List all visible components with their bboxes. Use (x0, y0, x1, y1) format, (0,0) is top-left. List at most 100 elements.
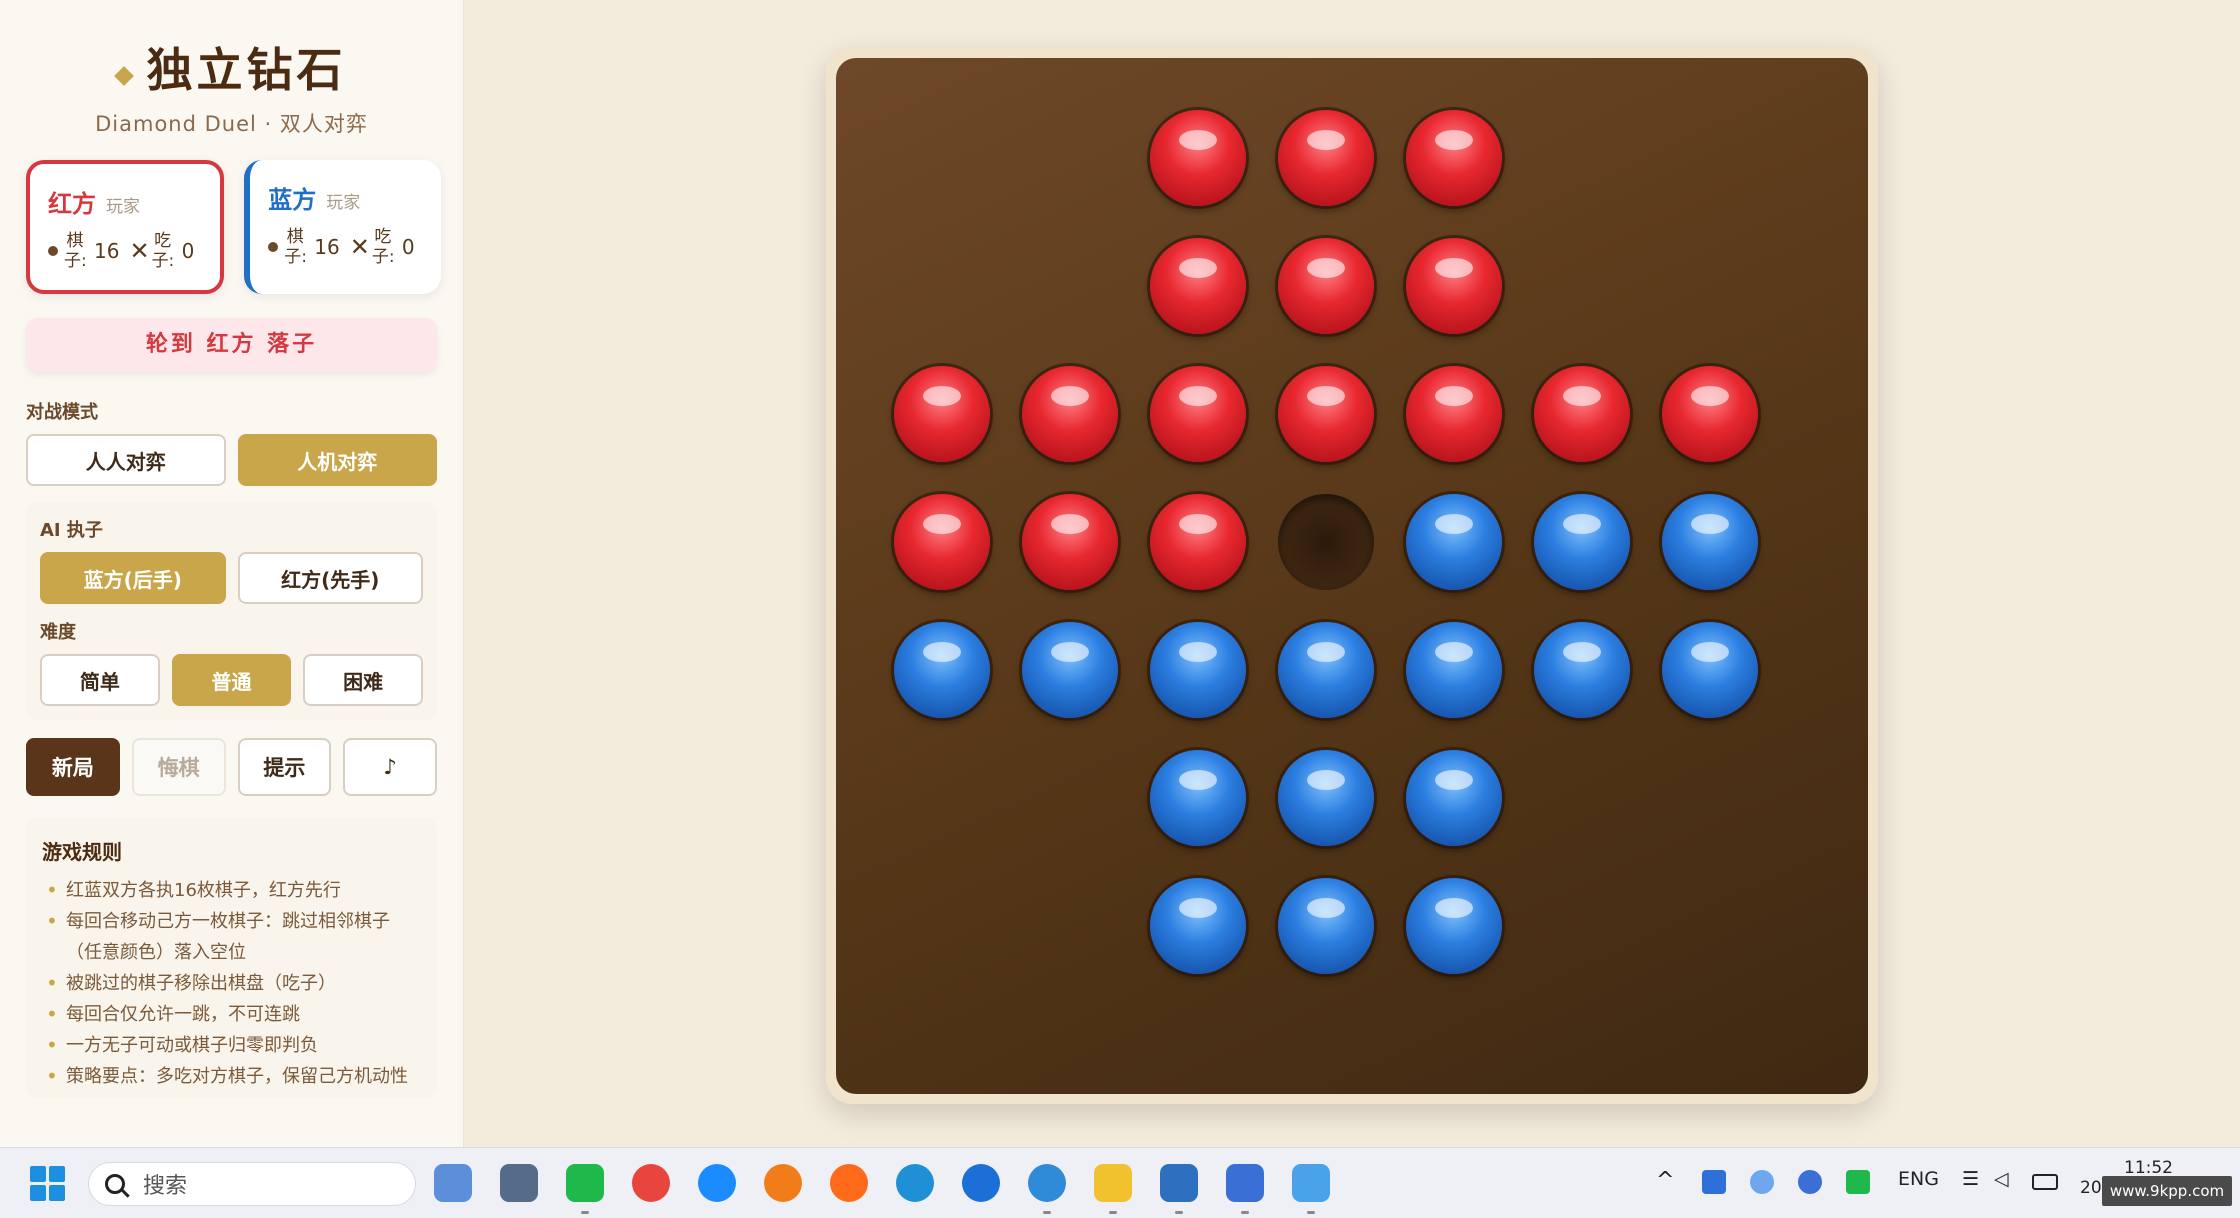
watermark: www.9kpp.com (2102, 1176, 2232, 1206)
difficulty-hard-button[interactable]: 困难 (303, 654, 424, 706)
red-piece[interactable] (1022, 494, 1118, 590)
blue-piece[interactable] (1406, 622, 1502, 718)
red-piece[interactable] (1278, 238, 1374, 334)
blue-piece[interactable] (1662, 494, 1758, 590)
ie-icon[interactable] (962, 1164, 1000, 1202)
firefox-icon[interactable] (830, 1164, 868, 1202)
piece-shine (1307, 770, 1345, 790)
red-piece[interactable] (1150, 366, 1246, 462)
player-name-red: 红方 (48, 190, 96, 218)
undo-button[interactable]: 悔棋 (131, 738, 226, 796)
red-piece[interactable] (1278, 366, 1374, 462)
red-piece[interactable] (1406, 110, 1502, 206)
blue-piece[interactable] (1534, 494, 1630, 590)
page-title: 独立钻石 (146, 43, 347, 97)
language-indicator[interactable]: ENG (1898, 1168, 1939, 1190)
action-buttons: 新局 悔棋 提示 ♪ (26, 738, 437, 796)
player-role-blue: 玩家 (326, 193, 361, 213)
mode-pvp-button[interactable]: 人人对弈 (26, 434, 226, 486)
app-icon[interactable] (764, 1164, 802, 1202)
piece-shine (1435, 130, 1473, 150)
running-indicator (1307, 1211, 1315, 1214)
red-piece[interactable] (1662, 366, 1758, 462)
onedrive-icon[interactable] (1226, 1164, 1264, 1202)
red-piece[interactable] (894, 366, 990, 462)
blue-piece[interactable] (1150, 750, 1246, 846)
piece-shine (1307, 898, 1345, 918)
difficulty-easy-button[interactable]: 简单 (40, 654, 160, 706)
snipping-tool-icon[interactable] (434, 1164, 472, 1202)
cloud-app-icon[interactable] (1028, 1164, 1066, 1202)
rule-item: 被跳过的棋子移除出棋盘（吃子） (42, 968, 421, 999)
blue-piece[interactable] (1406, 750, 1502, 846)
baidu-tray-icon[interactable] (1750, 1170, 1774, 1194)
piece-shine (1307, 642, 1345, 662)
red-piece[interactable] (1150, 494, 1246, 590)
captured-label: 吃子: (151, 231, 175, 271)
battery-icon[interactable] (2032, 1174, 2058, 1190)
cloud-tray-icon[interactable] (1798, 1170, 1822, 1194)
taskbar-search[interactable]: 搜索 (88, 1162, 416, 1206)
file-explorer-icon[interactable] (1094, 1164, 1132, 1202)
baidu-netdisk-icon[interactable] (1292, 1164, 1330, 1202)
wechat-tray-icon[interactable] (1846, 1170, 1870, 1194)
chrome-icon[interactable] (632, 1164, 670, 1202)
security-tray-icon[interactable] (1702, 1170, 1726, 1194)
red-piece[interactable] (1278, 110, 1374, 206)
browser-icon[interactable] (698, 1164, 736, 1202)
piece-shine (1307, 130, 1345, 150)
cross-icon: ✕ (349, 233, 370, 261)
red-piece[interactable] (1406, 366, 1502, 462)
ai-side-options: 蓝方(后手) 红方(先手) (40, 552, 423, 604)
difficulty-label: 难度 (40, 622, 76, 643)
piece-shine (1691, 386, 1729, 406)
piece-shine (1563, 386, 1601, 406)
pieces-count-red: 16 (94, 239, 120, 263)
ai-side-red-button[interactable]: 红方(先手) (237, 552, 423, 604)
windows-start-icon[interactable] (30, 1166, 66, 1202)
red-piece[interactable] (1150, 238, 1246, 334)
red-piece[interactable] (894, 494, 990, 590)
blue-piece[interactable] (1150, 622, 1246, 718)
music-button[interactable]: ♪ (343, 738, 437, 796)
blue-piece[interactable] (1406, 494, 1502, 590)
volume-icon[interactable]: ◁ (1994, 1168, 2009, 1190)
mode-pve-button[interactable]: 人机对弈 (237, 434, 437, 486)
empty-hole[interactable] (1278, 494, 1374, 590)
hint-button[interactable]: 提示 (237, 738, 332, 796)
red-piece[interactable] (1022, 366, 1118, 462)
wifi-icon[interactable]: ☰ (1962, 1168, 1979, 1190)
ai-side-label: AI 执子 (40, 520, 103, 541)
chevron-up-icon[interactable]: ^ (1656, 1168, 1674, 1193)
red-piece[interactable] (1406, 238, 1502, 334)
blue-piece[interactable] (1278, 750, 1374, 846)
blue-piece[interactable] (1278, 878, 1374, 974)
sidebar: 独立钻石 Diamond Duel · 双人对弈 红方 玩家 棋子: 16 ✕ 吃… (0, 0, 464, 1147)
blue-piece[interactable] (1406, 878, 1502, 974)
vscode-icon[interactable] (1160, 1164, 1198, 1202)
piece-shine (1563, 514, 1601, 534)
piece-shine (1179, 258, 1217, 278)
running-indicator (1241, 1211, 1249, 1214)
cross-icon: ✕ (129, 237, 150, 265)
blue-piece[interactable] (1534, 622, 1630, 718)
difficulty-normal-button[interactable]: 普通 (171, 654, 292, 706)
piece-shine (923, 386, 961, 406)
red-piece[interactable] (1150, 110, 1246, 206)
calculator-icon[interactable] (500, 1164, 538, 1202)
search-placeholder: 搜索 (143, 1174, 188, 1199)
edge-icon[interactable] (896, 1164, 934, 1202)
new-game-button[interactable]: 新局 (26, 738, 120, 796)
ai-side-blue-button[interactable]: 蓝方(后手) (40, 552, 226, 604)
blue-piece[interactable] (1278, 622, 1374, 718)
running-indicator (1043, 1211, 1051, 1214)
blue-piece[interactable] (1150, 878, 1246, 974)
clock-time: 11:52 (2124, 1158, 2173, 1178)
wechat-icon[interactable] (566, 1164, 604, 1202)
blue-piece[interactable] (1022, 622, 1118, 718)
blue-piece[interactable] (894, 622, 990, 718)
red-piece[interactable] (1534, 366, 1630, 462)
blue-piece[interactable] (1662, 622, 1758, 718)
piece-shine (1179, 386, 1217, 406)
difficulty-options: 简单 普通 困难 (40, 654, 424, 706)
